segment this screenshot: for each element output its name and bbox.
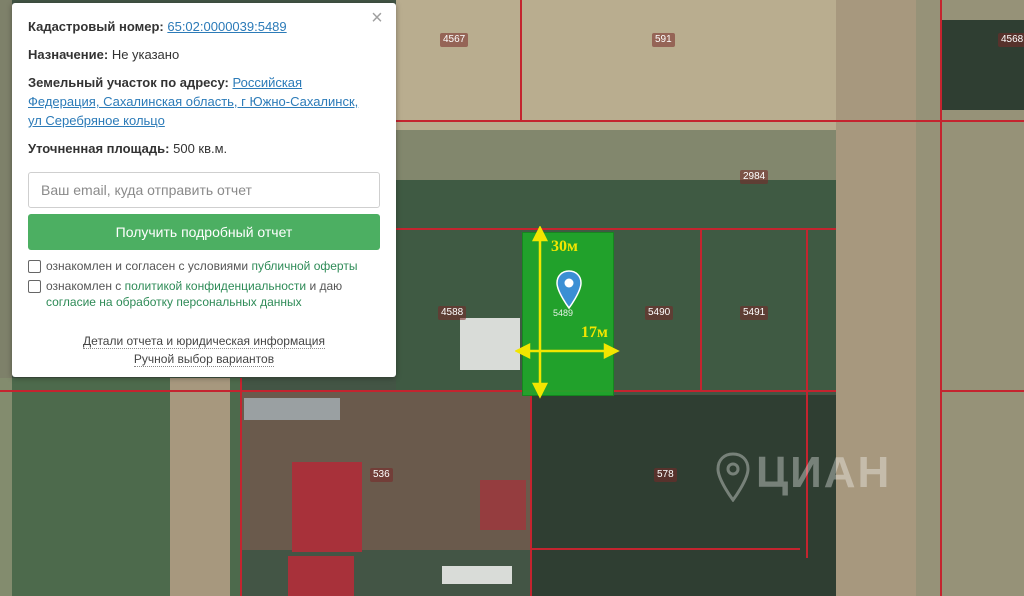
building-long — [442, 566, 512, 584]
purpose-row: Назначение: Не указано — [28, 45, 380, 64]
purpose-label: Назначение: — [28, 47, 109, 62]
cadastral-line — [520, 0, 522, 120]
offer-checkbox[interactable] — [28, 260, 41, 273]
watermark-text: ЦИАН — [756, 448, 892, 497]
watermark-pin-icon — [716, 452, 750, 502]
parcel-label[interactable]: 578 — [654, 468, 677, 482]
cadastral-line — [240, 378, 242, 596]
selected-parcel-label: 5489 — [553, 308, 574, 318]
address-link-part1[interactable]: Российская — [232, 75, 302, 90]
cadastral-line — [396, 120, 1024, 122]
parcel-label[interactable]: 5490 — [645, 306, 674, 320]
parcel-label[interactable]: 4567 — [440, 33, 469, 47]
cadastral-row: Кадастровый номер: 65:02:0000039:5489 — [28, 17, 380, 36]
personal-data-consent-link[interactable]: согласие на обработку персональных данны… — [46, 295, 302, 309]
cadastral-line — [940, 0, 942, 596]
terrain-edge — [0, 0, 12, 596]
area-label: Уточненная площадь: — [28, 141, 170, 156]
terrain-sand — [396, 0, 836, 130]
road-left — [170, 378, 230, 596]
manual-link-row: Ручной выбор вариантов — [12, 352, 396, 367]
building-white — [460, 318, 520, 370]
purpose-value: Не указано — [111, 47, 180, 62]
privacy-policy-link[interactable]: политикой конфиденциальности — [125, 279, 306, 293]
building-small — [480, 480, 526, 530]
building-red — [292, 462, 362, 552]
parcel-label[interactable]: 5491 — [740, 306, 769, 320]
manual-selection-link[interactable]: Ручной выбор вариантов — [133, 352, 275, 367]
building-gray — [244, 398, 340, 420]
public-offer-link[interactable]: публичной оферты — [251, 259, 357, 273]
cadastral-line — [806, 228, 808, 558]
terrain-strip — [396, 130, 836, 180]
consent-privacy-text: ознакомлен с политикой конфиденциальност… — [46, 278, 380, 310]
address-link-part3[interactable]: ул Серебряное кольцо — [28, 113, 165, 128]
parcel-label[interactable]: 4588 — [438, 306, 467, 320]
consent-offer-text: ознакомлен и согласен с условиями публич… — [46, 258, 357, 274]
parcel-label[interactable]: 4568 — [998, 33, 1024, 47]
area-row: Уточненная площадь: 500 кв.м. — [28, 139, 380, 158]
parcel-info-popup: × Кадастровый номер: 65:02:0000039:5489 … — [12, 3, 396, 377]
building-red-2 — [288, 556, 354, 596]
get-report-button[interactable]: Получить подробный отчет — [28, 214, 380, 250]
parcel-label[interactable]: 591 — [652, 33, 675, 47]
close-icon[interactable]: × — [368, 8, 386, 28]
dimension-width-label: 17м — [581, 324, 608, 341]
consent-offer: ознакомлен и согласен с условиями публич… — [28, 258, 380, 274]
cadastral-line — [700, 228, 702, 392]
consent-privacy: ознакомлен с политикой конфиденциальност… — [28, 278, 380, 310]
cadastral-line — [940, 390, 1024, 392]
parcel-label[interactable]: 536 — [370, 468, 393, 482]
details-link-row: Детали отчета и юридическая информация — [12, 334, 396, 349]
consent-offer-label: ознакомлен и согласен с условиями — [46, 259, 249, 273]
cadastral-label: Кадастровый номер: — [28, 19, 164, 34]
cadastral-line — [530, 548, 800, 550]
address-row: Земельный участок по адресу: Российская … — [28, 73, 380, 130]
road-vertical — [836, 0, 916, 596]
address-label: Земельный участок по адресу: — [28, 75, 229, 90]
dimension-height-label: 30м — [551, 238, 578, 255]
map-pin-icon[interactable] — [556, 270, 582, 310]
cadastral-line — [530, 390, 532, 596]
parcel-label[interactable]: 2984 — [740, 170, 769, 184]
email-input[interactable] — [28, 172, 380, 208]
privacy-checkbox[interactable] — [28, 280, 41, 293]
cadastral-number-link[interactable]: 65:02:0000039:5489 — [167, 19, 286, 34]
consent-privacy-label-a: ознакомлен с — [46, 279, 122, 293]
details-link[interactable]: Детали отчета и юридическая информация — [83, 334, 325, 349]
area-value: 500 кв.м. — [173, 141, 228, 156]
cadastral-line — [0, 390, 836, 392]
consent-privacy-label-b: и даю — [309, 279, 343, 293]
address-link-part2[interactable]: Федерация, Сахалинская область, г Южно-С… — [28, 94, 358, 109]
